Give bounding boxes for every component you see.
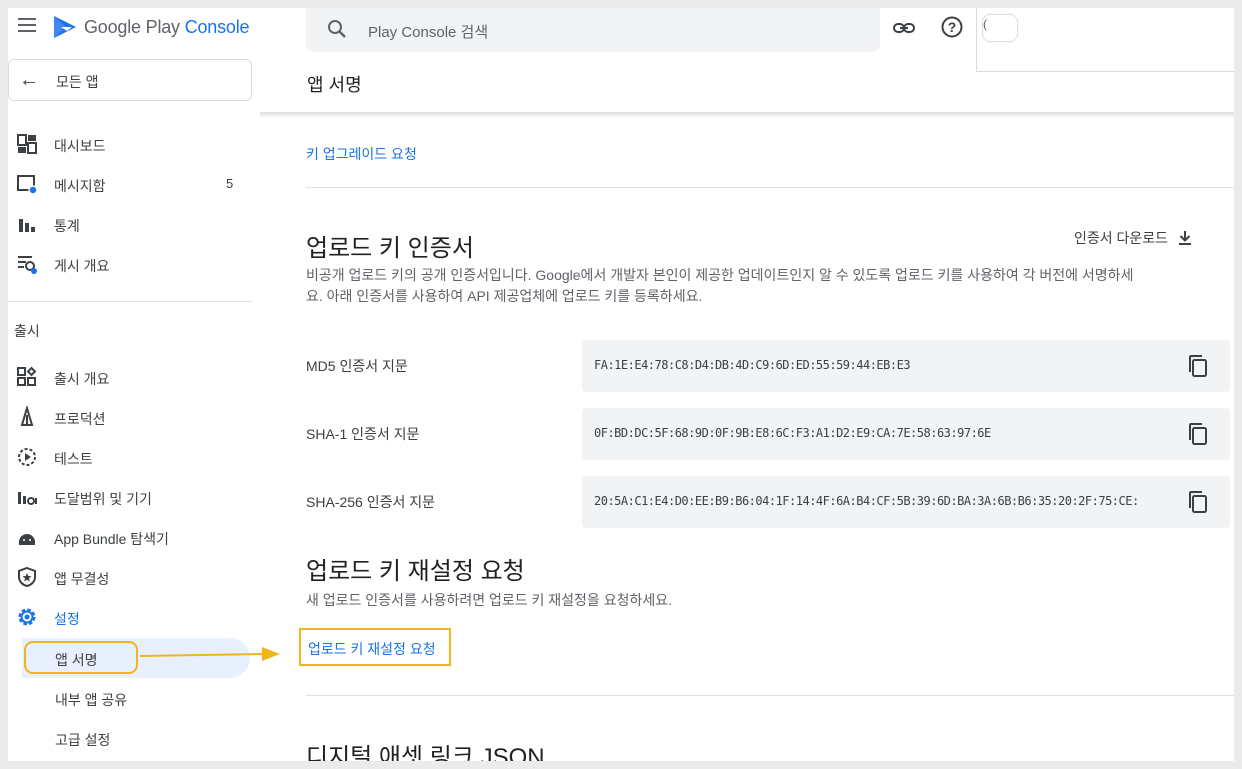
sidebar-item-release-overview[interactable]: 출시 개요 — [8, 359, 252, 395]
sidebar-item-testing[interactable]: 테스트 — [8, 439, 252, 475]
inbox-count-badge: 5 — [226, 176, 234, 191]
brand-suffix: Console — [184, 17, 250, 37]
reset-request-link[interactable]: 업로드 키 재설정 요청 — [299, 628, 451, 666]
description-line-1: 비공개 업로드 키의 공개 인증서입니다. Google에서 개발자 본인이 제… — [306, 267, 1134, 283]
release-section-title: 출시 — [14, 323, 40, 339]
download-cert-button[interactable]: 인증서 다운로드 — [1074, 227, 1192, 248]
brand-prefix: Google Play — [84, 17, 180, 37]
dashboard-icon — [17, 134, 37, 154]
shield-icon — [18, 566, 36, 588]
download-icon — [1178, 231, 1191, 245]
link-icon[interactable] — [892, 16, 916, 40]
sidebar-item-advanced-settings[interactable]: 고급 설정 — [55, 730, 110, 750]
sidebar-item-label: 앱 무결성 — [54, 571, 110, 587]
menu-icon[interactable] — [18, 18, 36, 32]
testing-icon — [18, 448, 36, 466]
svg-text:?: ? — [948, 19, 957, 35]
sidebar-item-label: 메시지함 — [54, 178, 106, 194]
section-divider — [306, 695, 1234, 696]
sidebar-item-inbox[interactable]: 메시지함 5 — [8, 166, 252, 202]
sidebar-item-statistics[interactable]: 통계 — [8, 206, 252, 242]
help-icon[interactable]: ? — [940, 15, 964, 39]
section-divider — [306, 187, 1234, 188]
sidebar-item-label: App Bundle 탐색기 — [54, 531, 169, 547]
search-bar[interactable]: Play Console 검색 — [306, 8, 880, 52]
release-overview-icon — [17, 366, 37, 386]
search-placeholder: Play Console 검색 — [368, 24, 489, 41]
sha256-value: 20:5A:C1:E4:D0:EE:B9:B6:04:1F:14:4F:6A:B… — [594, 494, 1139, 508]
header-shadow — [260, 112, 1234, 118]
sidebar-item-label: 프로덕션 — [54, 411, 106, 427]
md5-value: FA:1E:E4:78:C8:D4:DB:4D:C9:6D:ED:55:59:4… — [594, 358, 911, 372]
sidebar-item-label: 테스트 — [54, 451, 93, 467]
download-cert-label: 인증서 다운로드 — [1074, 230, 1169, 246]
reset-heading: 업로드 키 재설정 요청 — [306, 558, 525, 585]
digital-asset-links-heading: 디지털 애셋 링크 JSON — [306, 744, 545, 761]
bar-chart-icon — [19, 219, 35, 232]
sha1-value: 0F:BD:DC:5F:68:9D:0F:9B:E8:6C:F3:A1:D2:E… — [594, 426, 991, 440]
sidebar-item-label: 통계 — [54, 218, 80, 234]
sidebar-item-label: 출시 개요 — [54, 371, 110, 387]
search-icon — [328, 20, 346, 38]
android-icon — [19, 534, 35, 545]
upload-cert-description: 비공개 업로드 키의 공개 인증서입니다. Google에서 개발자 본인이 제… — [306, 265, 1216, 307]
copy-icon[interactable] — [1186, 490, 1210, 514]
account-area: ( — [976, 8, 1234, 72]
sidebar-item-label: 도달범위 및 기기 — [54, 491, 152, 507]
sha256-fingerprint-field: 20:5A:C1:E4:D0:EE:B9:B6:04:1F:14:4F:6A:B… — [582, 476, 1230, 528]
sidebar-item-label: 대시보드 — [54, 138, 106, 154]
inbox-icon — [17, 175, 38, 195]
annotation-arrow-icon — [140, 647, 280, 661]
reset-request-label: 업로드 키 재설정 요청 — [308, 641, 436, 657]
production-icon — [20, 406, 34, 426]
all-apps-label: 모든 앱 — [56, 74, 99, 90]
reach-devices-icon — [18, 492, 37, 505]
gear-icon — [18, 608, 36, 626]
play-console-logo-icon — [54, 16, 76, 38]
sha256-label: SHA-256 인증서 지문 — [306, 494, 435, 510]
copy-icon[interactable] — [1186, 422, 1210, 446]
sidebar-item-internal-app-sharing[interactable]: 내부 앱 공유 — [55, 690, 127, 710]
sha1-label: SHA-1 인증서 지문 — [306, 426, 420, 442]
all-apps-button[interactable]: ← 모든 앱 — [8, 59, 252, 101]
md5-fingerprint-field: FA:1E:E4:78:C8:D4:DB:4D:C9:6D:ED:55:59:4… — [582, 340, 1230, 392]
key-upgrade-link[interactable]: 키 업그레이드 요청 — [306, 144, 417, 164]
sidebar-item-app-integrity[interactable]: 앱 무결성 — [8, 559, 252, 595]
sidebar-divider — [8, 301, 252, 302]
sidebar-item-reach-devices[interactable]: 도달범위 및 기기 — [8, 479, 252, 515]
page-title: 앱 서명 — [307, 75, 362, 95]
description-line-2: 요. 아래 인증서를 사용하여 API 제공업체에 업로드 키를 등록하세요. — [306, 288, 703, 304]
sha1-fingerprint-field: 0F:BD:DC:5F:68:9D:0F:9B:E8:6C:F3:A1:D2:E… — [582, 408, 1230, 460]
copy-icon[interactable] — [1186, 354, 1210, 378]
sidebar-item-app-signing[interactable]: 앱 서명 — [55, 650, 98, 670]
sidebar-item-publishing-overview[interactable]: 게시 개요 — [8, 246, 252, 282]
brand-name: Google Play Console — [84, 17, 250, 38]
sidebar-item-settings[interactable]: 설정 — [8, 599, 252, 635]
sidebar-item-dashboard[interactable]: 대시보드 — [8, 126, 252, 162]
sidebar-item-label: 설정 — [54, 611, 80, 627]
brand-row: Google Play Console — [8, 8, 260, 48]
md5-label: MD5 인증서 지문 — [306, 358, 408, 374]
account-chip[interactable]: ( — [982, 14, 1018, 42]
account-chip-text: ( — [983, 17, 987, 31]
app-frame: Google Play Console ← 모든 앱 대시보드 메시지함 5 통… — [8, 8, 1234, 761]
sidebar-item-label: 게시 개요 — [54, 258, 110, 274]
arrow-back-icon: ← — [19, 69, 39, 91]
upload-cert-heading: 업로드 키 인증서 — [306, 235, 474, 262]
reset-description: 새 업로드 인증서를 사용하려면 업로드 키 재설정을 요청하세요. — [306, 592, 672, 608]
sidebar-item-production[interactable]: 프로덕션 — [8, 399, 252, 435]
publishing-icon — [18, 256, 37, 274]
sidebar-item-app-bundle-explorer[interactable]: App Bundle 탐색기 — [8, 519, 252, 555]
